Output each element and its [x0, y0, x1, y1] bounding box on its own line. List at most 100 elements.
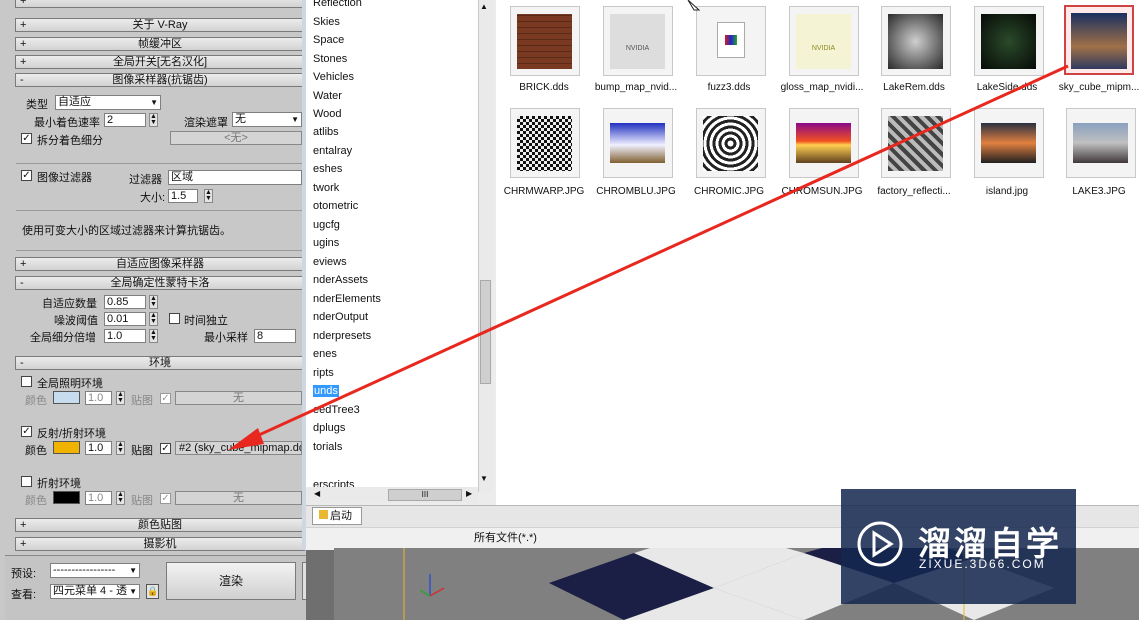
folder-tree[interactable]: Reflection Skies Space Stones Vehicles Water W…: [306, 0, 478, 492]
noise-threshold-spinner[interactable]: ▲ ▼: [149, 312, 158, 326]
file-name-label[interactable]: gloss_map_nvidi...: [776, 82, 868, 93]
file-thumbnail[interactable]: [510, 108, 580, 178]
file-name-label[interactable]: island.jpg: [961, 186, 1053, 197]
rollout-color-mapping[interactable]: + 颜色贴图: [15, 518, 305, 532]
file-thumbnail[interactable]: [696, 6, 766, 76]
tab-startup[interactable]: 启动: [312, 507, 362, 525]
global-subdivs-spinner[interactable]: ▲ ▼: [149, 329, 158, 343]
folder-item[interactable]: ugcfg: [313, 219, 340, 231]
rollout-frame-buffer[interactable]: + 帧缓冲区: [15, 37, 305, 51]
folder-item[interactable]: Reflection: [313, 0, 362, 9]
file-thumbnail[interactable]: [603, 108, 673, 178]
time-independent-checkbox[interactable]: [169, 313, 180, 324]
gi-map-checkbox[interactable]: ✓: [160, 393, 171, 404]
min-shading-rate-field[interactable]: 2: [104, 113, 146, 127]
folder-item[interactable]: Stones: [313, 53, 347, 65]
folder-item[interactable]: twork: [313, 182, 339, 194]
adaptive-amount-field[interactable]: 0.85: [104, 295, 146, 309]
gi-multiplier-field[interactable]: 1.0: [85, 391, 112, 405]
refr-color-swatch[interactable]: [53, 491, 80, 504]
min-samples-field[interactable]: 8: [254, 329, 296, 343]
refl-env-checkbox[interactable]: ✓: [21, 426, 32, 437]
refr-map-checkbox[interactable]: ✓: [160, 493, 171, 504]
folder-item[interactable]: entalray: [313, 145, 352, 157]
file-thumbnail[interactable]: [789, 108, 859, 178]
file-thumbnail[interactable]: [881, 108, 951, 178]
file-name-label[interactable]: LakeRem.dds: [868, 82, 960, 93]
preset-dropdown[interactable]: ----------------- ▼: [50, 563, 140, 578]
refr-multiplier-spinner[interactable]: ▲ ▼: [116, 491, 125, 505]
file-name-label[interactable]: bump_map_nvid...: [590, 82, 682, 93]
file-name-label[interactable]: fuzz3.dds: [683, 82, 775, 93]
gi-color-swatch[interactable]: [53, 391, 80, 404]
rollout-environment[interactable]: - 环境: [15, 356, 305, 370]
scroll-thumb[interactable]: [480, 280, 491, 384]
file-thumbnail[interactable]: [1066, 108, 1136, 178]
folder-item[interactable]: enes: [313, 348, 337, 360]
folder-item[interactable]: Wood: [313, 108, 342, 120]
folder-vertical-scrollbar[interactable]: ▲ ▼: [478, 0, 493, 492]
file-name-label[interactable]: LAKE3.JPG: [1053, 186, 1139, 197]
gi-map-button[interactable]: 无: [175, 391, 302, 405]
rollout-top-cut[interactable]: +: [15, 0, 305, 8]
rollout-global-dmc[interactable]: - 全局确定性蒙特卡洛: [15, 276, 305, 290]
lock-icon[interactable]: 🔒: [146, 584, 159, 599]
filter-dropdown[interactable]: 区域: [168, 170, 302, 185]
size-spinner[interactable]: ▲ ▼: [204, 189, 213, 203]
render-button[interactable]: 渲染: [166, 562, 296, 600]
render-mask-dropdown[interactable]: 无 ▼: [232, 112, 302, 127]
refl-multiplier-spinner[interactable]: ▲ ▼: [116, 441, 125, 455]
refl-multiplier-field[interactable]: 1.0: [85, 441, 112, 455]
file-thumbnail[interactable]: [974, 6, 1044, 76]
size-field[interactable]: 1.5: [168, 189, 198, 203]
folder-item[interactable]: torials: [313, 441, 342, 453]
folder-item[interactable]: nderpresets: [313, 330, 371, 342]
file-name-label[interactable]: LakeSide.dds: [961, 82, 1053, 93]
gi-env-checkbox[interactable]: [21, 376, 32, 387]
sampler-type-dropdown[interactable]: 自适应 ▼: [55, 95, 161, 110]
file-name-label[interactable]: sky_cube_mipm...: [1053, 82, 1139, 93]
folder-item[interactable]: eviews: [313, 256, 347, 268]
file-name-label[interactable]: CHROMBLU.JPG: [590, 186, 682, 197]
folder-item[interactable]: ripts: [313, 367, 334, 379]
folder-item[interactable]: Vehicles: [313, 71, 354, 83]
global-subdivs-field[interactable]: 1.0: [104, 329, 146, 343]
scroll-down-icon[interactable]: ▼: [480, 474, 488, 483]
refl-map-checkbox[interactable]: ✓: [160, 443, 171, 454]
scroll-right-icon[interactable]: ▶: [466, 489, 472, 498]
rollout-image-sampler[interactable]: - 图像采样器(抗锯齿): [15, 73, 305, 87]
render-dropdown-arrow[interactable]: ▼: [302, 562, 306, 600]
folder-item[interactable]: Skies: [313, 16, 340, 28]
file-name-label[interactable]: CHROMIC.JPG: [683, 186, 775, 197]
rollout-adaptive-sampler[interactable]: + 自适应图像采样器: [15, 257, 305, 271]
file-thumbnail[interactable]: [881, 6, 951, 76]
folder-item[interactable]: Space: [313, 34, 344, 46]
refl-map-button[interactable]: #2 (sky_cube_mipmap.dds): [175, 441, 302, 455]
noise-threshold-field[interactable]: 0.01: [104, 312, 146, 326]
file-type-filter[interactable]: 所有文件(*.*): [474, 528, 537, 548]
none-button[interactable]: <无>: [170, 131, 302, 145]
file-thumbnail-selected[interactable]: [1064, 5, 1134, 75]
folder-item[interactable]: ugins: [313, 237, 339, 249]
folder-item[interactable]: nderOutput: [313, 311, 368, 323]
scroll-up-icon[interactable]: ▲: [480, 2, 488, 11]
file-thumbnail[interactable]: [974, 108, 1044, 178]
folder-item[interactable]: nderElements: [313, 293, 381, 305]
rollout-about-vray[interactable]: + 关于 V-Ray: [15, 18, 305, 32]
folder-item[interactable]: Water: [313, 90, 342, 102]
rollout-camera[interactable]: + 摄影机: [15, 537, 305, 551]
gi-multiplier-spinner[interactable]: ▲ ▼: [116, 391, 125, 405]
scroll-left-icon[interactable]: ◀: [314, 489, 320, 498]
file-thumbnail[interactable]: [696, 108, 766, 178]
file-thumbnail[interactable]: NVIDIA: [603, 6, 673, 76]
image-filter-checkbox[interactable]: ✓: [21, 170, 32, 181]
min-shading-rate-spinner[interactable]: ▲ ▼: [149, 113, 158, 127]
divide-shading-checkbox[interactable]: ✓: [21, 133, 32, 144]
file-thumbnail[interactable]: [510, 6, 580, 76]
folder-item[interactable]: dplugs: [313, 422, 345, 434]
rollout-global-switches[interactable]: + 全局开关[无名汉化]: [15, 55, 305, 69]
refl-color-swatch[interactable]: [53, 441, 80, 454]
folder-item[interactable]: otometric: [313, 200, 358, 212]
folder-item[interactable]: nderAssets: [313, 274, 368, 286]
adaptive-amount-spinner[interactable]: ▲ ▼: [149, 295, 158, 309]
